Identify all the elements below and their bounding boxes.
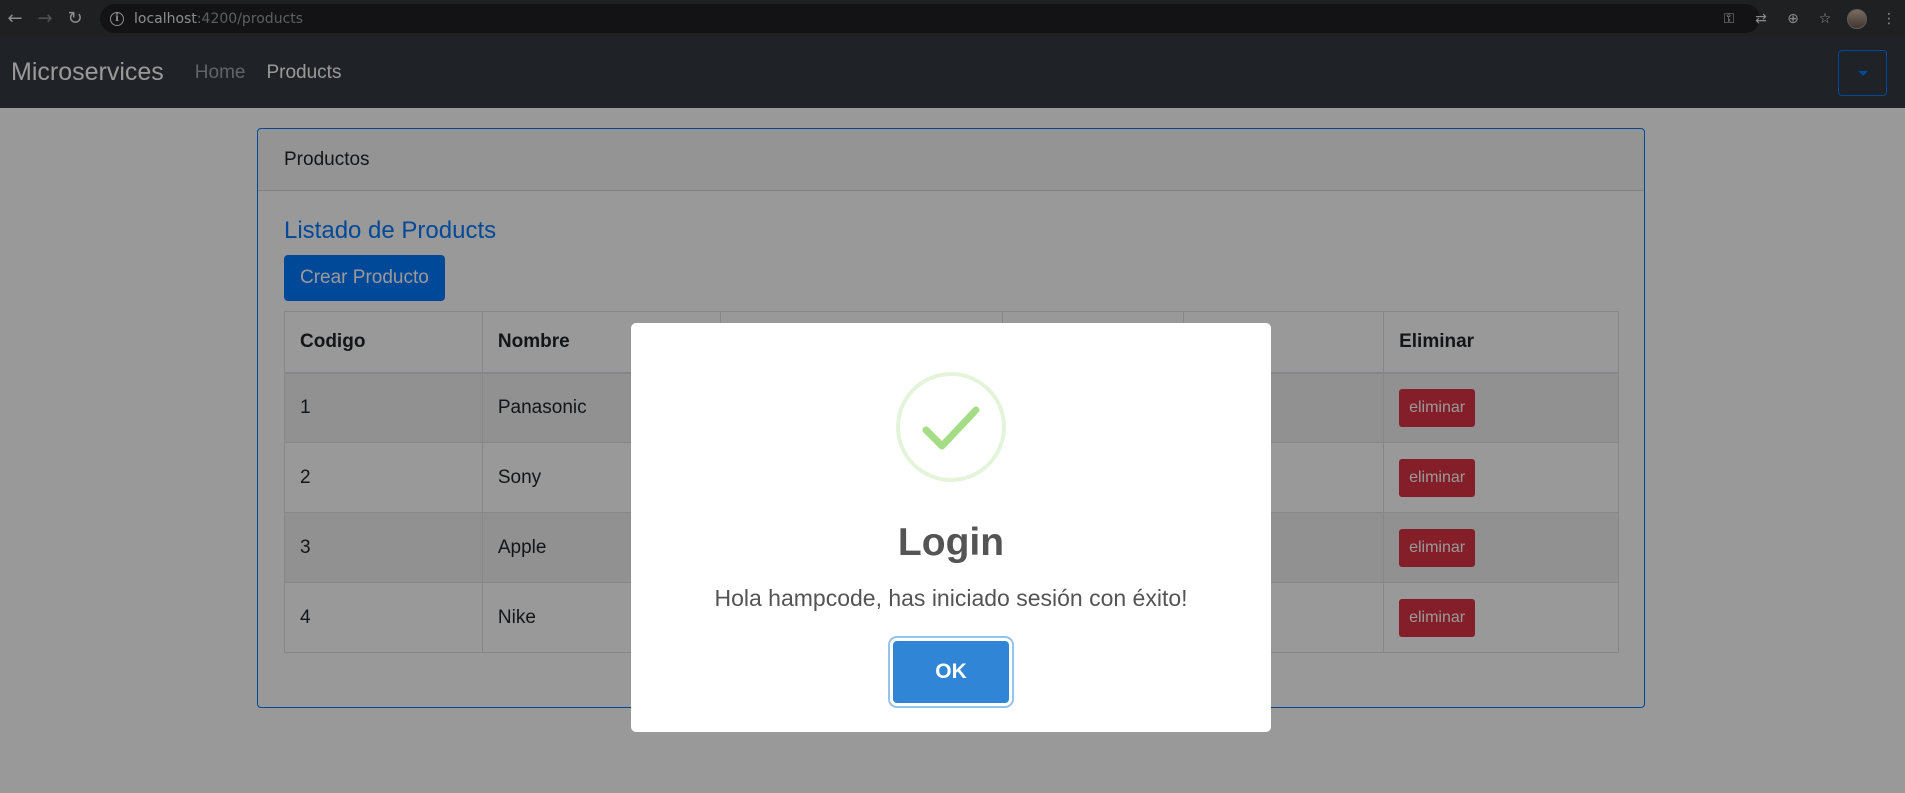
login-success-dialog: Login Hola hampcode, has iniciado sesión… <box>631 323 1271 732</box>
dialog-title: Login <box>897 521 1005 564</box>
ok-button[interactable]: OK <box>893 641 1009 703</box>
success-check-icon <box>896 372 1006 482</box>
dialog-message: Hola hampcode, has iniciado sesión con é… <box>714 585 1188 611</box>
